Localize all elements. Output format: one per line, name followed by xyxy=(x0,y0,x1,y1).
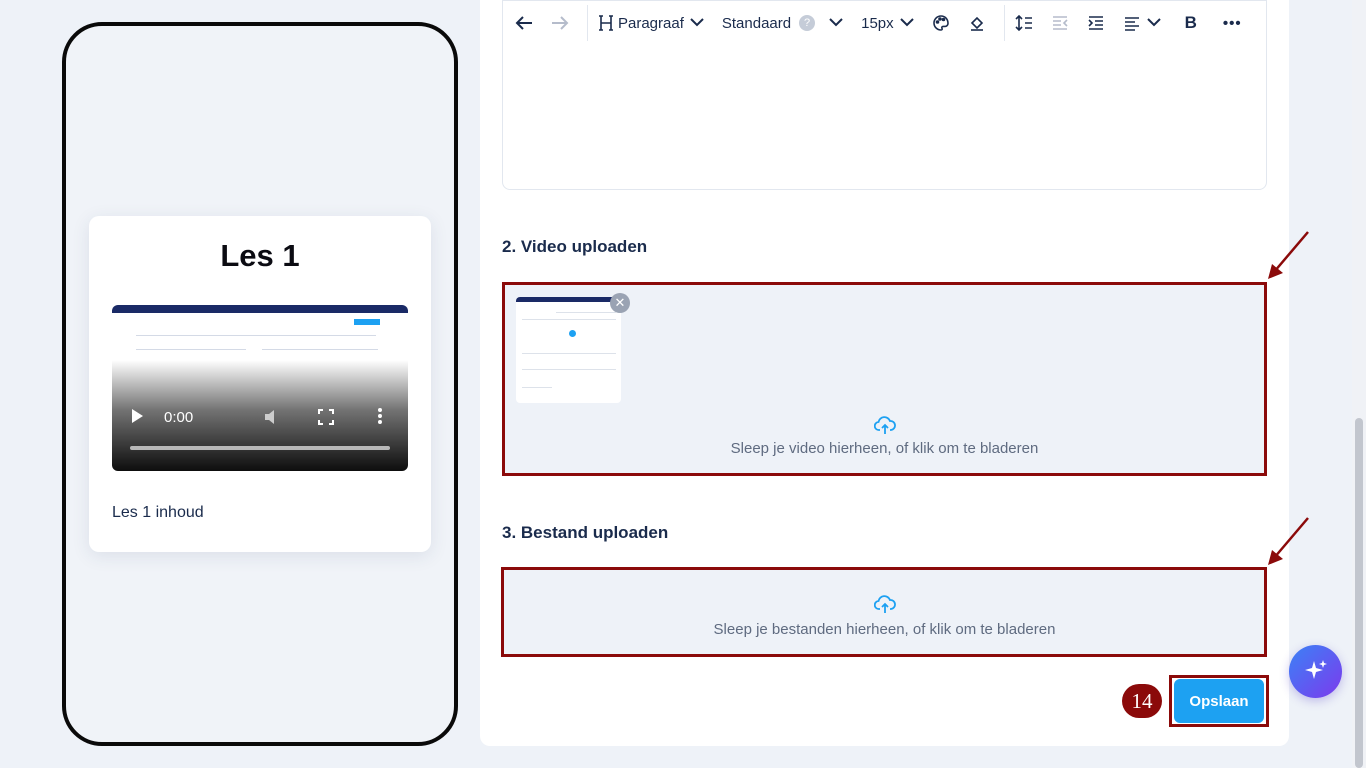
file-upload-heading: 3. Bestand uploaden xyxy=(502,523,669,542)
align-dropdown[interactable] xyxy=(1123,14,1161,32)
paragraph-dropdown[interactable]: Paragraaf xyxy=(598,14,704,32)
lesson-title: Les 1 xyxy=(220,238,300,273)
fill-icon[interactable] xyxy=(968,14,986,32)
editor-toolbar: Paragraaf Standaard ? 15px B ••• xyxy=(503,1,1266,45)
redo-icon[interactable] xyxy=(551,15,569,31)
line-height-icon[interactable] xyxy=(1015,14,1033,32)
more-options-icon[interactable] xyxy=(377,407,383,429)
align-icon xyxy=(1124,17,1139,31)
rich-text-editor[interactable]: Paragraaf Standaard ? 15px B ••• xyxy=(502,0,1267,190)
annotation-arrow-icon xyxy=(1268,231,1309,279)
annotation-arrow-icon xyxy=(1268,517,1309,565)
font-family-label: Standaard xyxy=(721,14,792,32)
video-player[interactable]: 0:00 xyxy=(112,305,408,471)
toolbar-divider xyxy=(587,5,588,41)
volume-icon[interactable] xyxy=(264,409,282,429)
indent-icon[interactable] xyxy=(1087,14,1105,32)
save-button[interactable]: Opslaan xyxy=(1174,679,1264,723)
undo-icon[interactable] xyxy=(515,15,533,31)
page-scrollbar-thumb[interactable] xyxy=(1355,418,1363,768)
video-upload-heading: 2. Video uploaden xyxy=(502,237,648,256)
font-size-label: 15px xyxy=(861,14,894,32)
play-icon[interactable] xyxy=(132,409,143,423)
video-thumbnail-line xyxy=(136,335,376,336)
lesson-preview-card: Les 1 0:00 Les 1 inhoud xyxy=(89,216,431,552)
help-icon[interactable]: ? xyxy=(799,15,816,31)
video-progress-bar[interactable] xyxy=(130,446,390,450)
toolbar-divider xyxy=(1003,5,1005,41)
video-dropzone-highlight xyxy=(502,282,1267,476)
palette-icon[interactable] xyxy=(932,14,950,32)
bold-button[interactable]: B xyxy=(1185,13,1197,33)
chevron-down-icon xyxy=(899,16,914,30)
font-size-dropdown[interactable]: 15px xyxy=(861,15,914,32)
chevron-down-icon xyxy=(690,16,704,30)
paragraph-label: Paragraaf xyxy=(618,14,684,32)
video-thumbnail-button xyxy=(354,319,380,325)
heading-icon xyxy=(599,15,613,31)
lesson-content-text: Les 1 inhoud xyxy=(112,504,204,521)
video-thumbnail-line xyxy=(136,349,246,350)
video-thumbnail-header xyxy=(112,305,408,313)
sparkle-icon[interactable] xyxy=(1289,645,1342,698)
more-tools-button[interactable]: ••• xyxy=(1223,15,1242,32)
outdent-icon[interactable] xyxy=(1051,14,1069,32)
chevron-down-icon xyxy=(1146,16,1161,30)
fullscreen-icon[interactable] xyxy=(318,409,334,429)
file-dropzone-highlight xyxy=(501,567,1267,657)
video-thumbnail-line xyxy=(262,349,378,350)
video-controls-overlay xyxy=(112,360,408,471)
font-family-dropdown[interactable]: Standaard ? xyxy=(722,15,843,32)
chevron-down-icon xyxy=(829,16,843,30)
video-time: 0:00 xyxy=(164,409,194,426)
step-number-badge: 14 xyxy=(1122,684,1162,718)
